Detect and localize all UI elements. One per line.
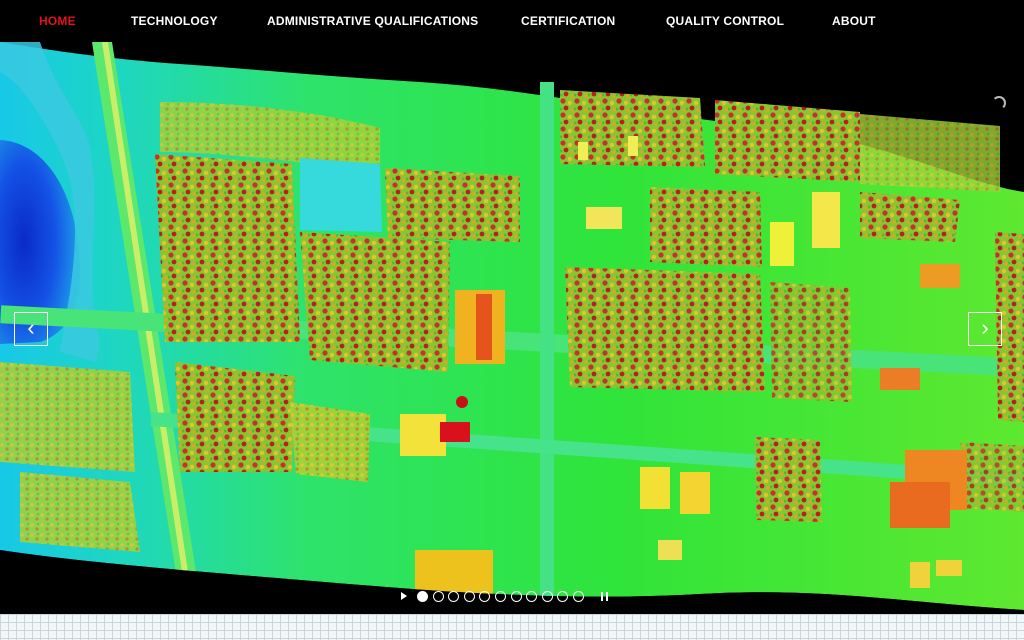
slide-dot[interactable] xyxy=(432,590,444,602)
nav-home[interactable]: HOME xyxy=(39,14,76,28)
slide-dot[interactable] xyxy=(557,590,569,602)
grid-background-footer xyxy=(0,614,1024,640)
pause-icon[interactable] xyxy=(600,591,608,601)
nav-quality-control[interactable]: QUALITY CONTROL xyxy=(666,14,784,28)
loading-spinner-icon xyxy=(992,96,1006,110)
slide-dot[interactable] xyxy=(463,590,475,602)
slider-prev-button[interactable]: ‹ xyxy=(14,312,48,346)
lidar-slide-image xyxy=(0,42,1024,610)
chevron-right-icon: › xyxy=(981,315,989,340)
nav-technology[interactable]: TECHNOLOGY xyxy=(131,14,218,28)
slider-next-button[interactable]: › xyxy=(968,312,1002,346)
slide-dot[interactable] xyxy=(448,590,460,602)
chevron-left-icon: ‹ xyxy=(27,315,35,340)
slide-dot[interactable] xyxy=(510,590,522,602)
play-icon[interactable] xyxy=(401,592,407,600)
slide-dot[interactable] xyxy=(572,590,584,602)
nav-administrative-qualifications[interactable]: ADMINISTRATIVE QUALIFICATIONS xyxy=(267,14,478,28)
hero-slider: ‹ › xyxy=(0,42,1024,614)
nav-about[interactable]: ABOUT xyxy=(832,14,876,28)
slide-dot[interactable] xyxy=(526,590,538,602)
slider-pagination xyxy=(401,588,608,604)
slide-dot[interactable] xyxy=(541,590,553,602)
top-navigation: HOME TECHNOLOGY ADMINISTRATIVE QUALIFICA… xyxy=(0,0,1024,42)
nav-certification[interactable]: CERTIFICATION xyxy=(521,14,615,28)
slide-dot[interactable] xyxy=(417,590,428,602)
slide-dot[interactable] xyxy=(479,590,491,602)
slide-dot[interactable] xyxy=(494,590,506,602)
